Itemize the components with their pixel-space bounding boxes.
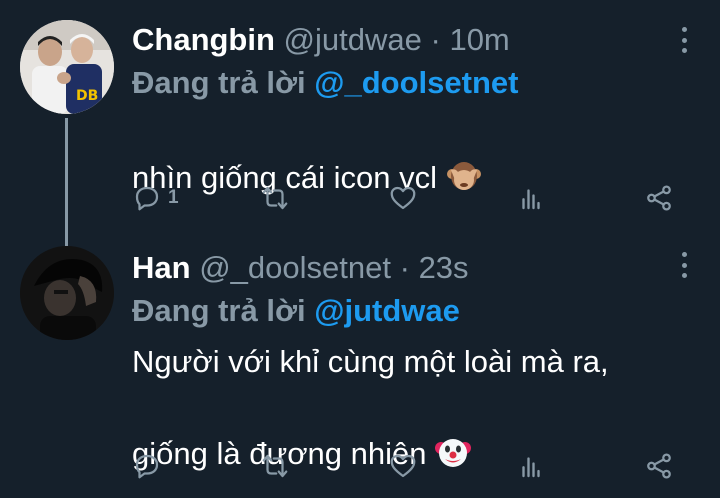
more-icon[interactable] [680,27,688,53]
reply-button[interactable] [132,448,168,484]
separator: · [430,22,441,57]
separator: · [399,250,410,285]
retweet-button[interactable] [260,448,290,484]
replying-to-handle[interactable]: @jutdwae [314,293,460,328]
like-button[interactable] [388,180,418,216]
stats-button[interactable] [516,448,546,484]
like-button[interactable] [388,448,418,484]
tweet-actions: 1 [132,180,692,216]
stats-button[interactable] [516,180,546,216]
avatar[interactable] [20,246,114,340]
share-button[interactable] [644,180,674,216]
thread-line [65,118,68,246]
share-button[interactable] [644,448,674,484]
retweet-icon [262,186,288,210]
replying-to: Đang trả lời @_doolsetnet [132,62,680,104]
like-icon [390,454,416,478]
tweet-header: Changbin @jutdwae · 10m [132,18,680,62]
tweet[interactable]: DB Changbin @jutdwae · 10m Đang trả lời … [0,0,720,246]
svg-text:DB: DB [76,88,98,104]
stats-icon [522,457,540,478]
timestamp[interactable]: 23s [419,250,469,285]
replying-to-handle[interactable]: @_doolsetnet [314,65,518,100]
replying-to-label: Đang trả lời [132,65,306,100]
handle[interactable]: @jutdwae [284,22,422,57]
tweet-header: Han @_doolsetnet · 23s [132,246,680,290]
reply-icon [135,186,159,211]
replying-to-label: Đang trả lời [132,293,306,328]
retweet-icon [262,454,288,478]
share-icon [647,185,671,211]
share-icon [647,453,671,479]
handle[interactable]: @_doolsetnet [199,250,391,285]
display-name[interactable]: Han [132,250,191,285]
tweet-actions [132,448,692,484]
reply-icon [135,454,159,479]
display-name[interactable]: Changbin [132,22,275,57]
stats-icon [522,189,540,210]
avatar[interactable]: DB [20,20,114,114]
retweet-button[interactable] [260,180,290,216]
reply-count: 1 [168,187,179,208]
like-icon [390,186,416,210]
more-icon[interactable] [680,252,688,278]
reply-button[interactable]: 1 [132,180,179,216]
replying-to: Đang trả lời @jutdwae [132,290,680,332]
tweet[interactable]: Han @_doolsetnet · 23s Đang trả lời @jut… [0,232,720,498]
timestamp[interactable]: 10m [449,22,509,57]
